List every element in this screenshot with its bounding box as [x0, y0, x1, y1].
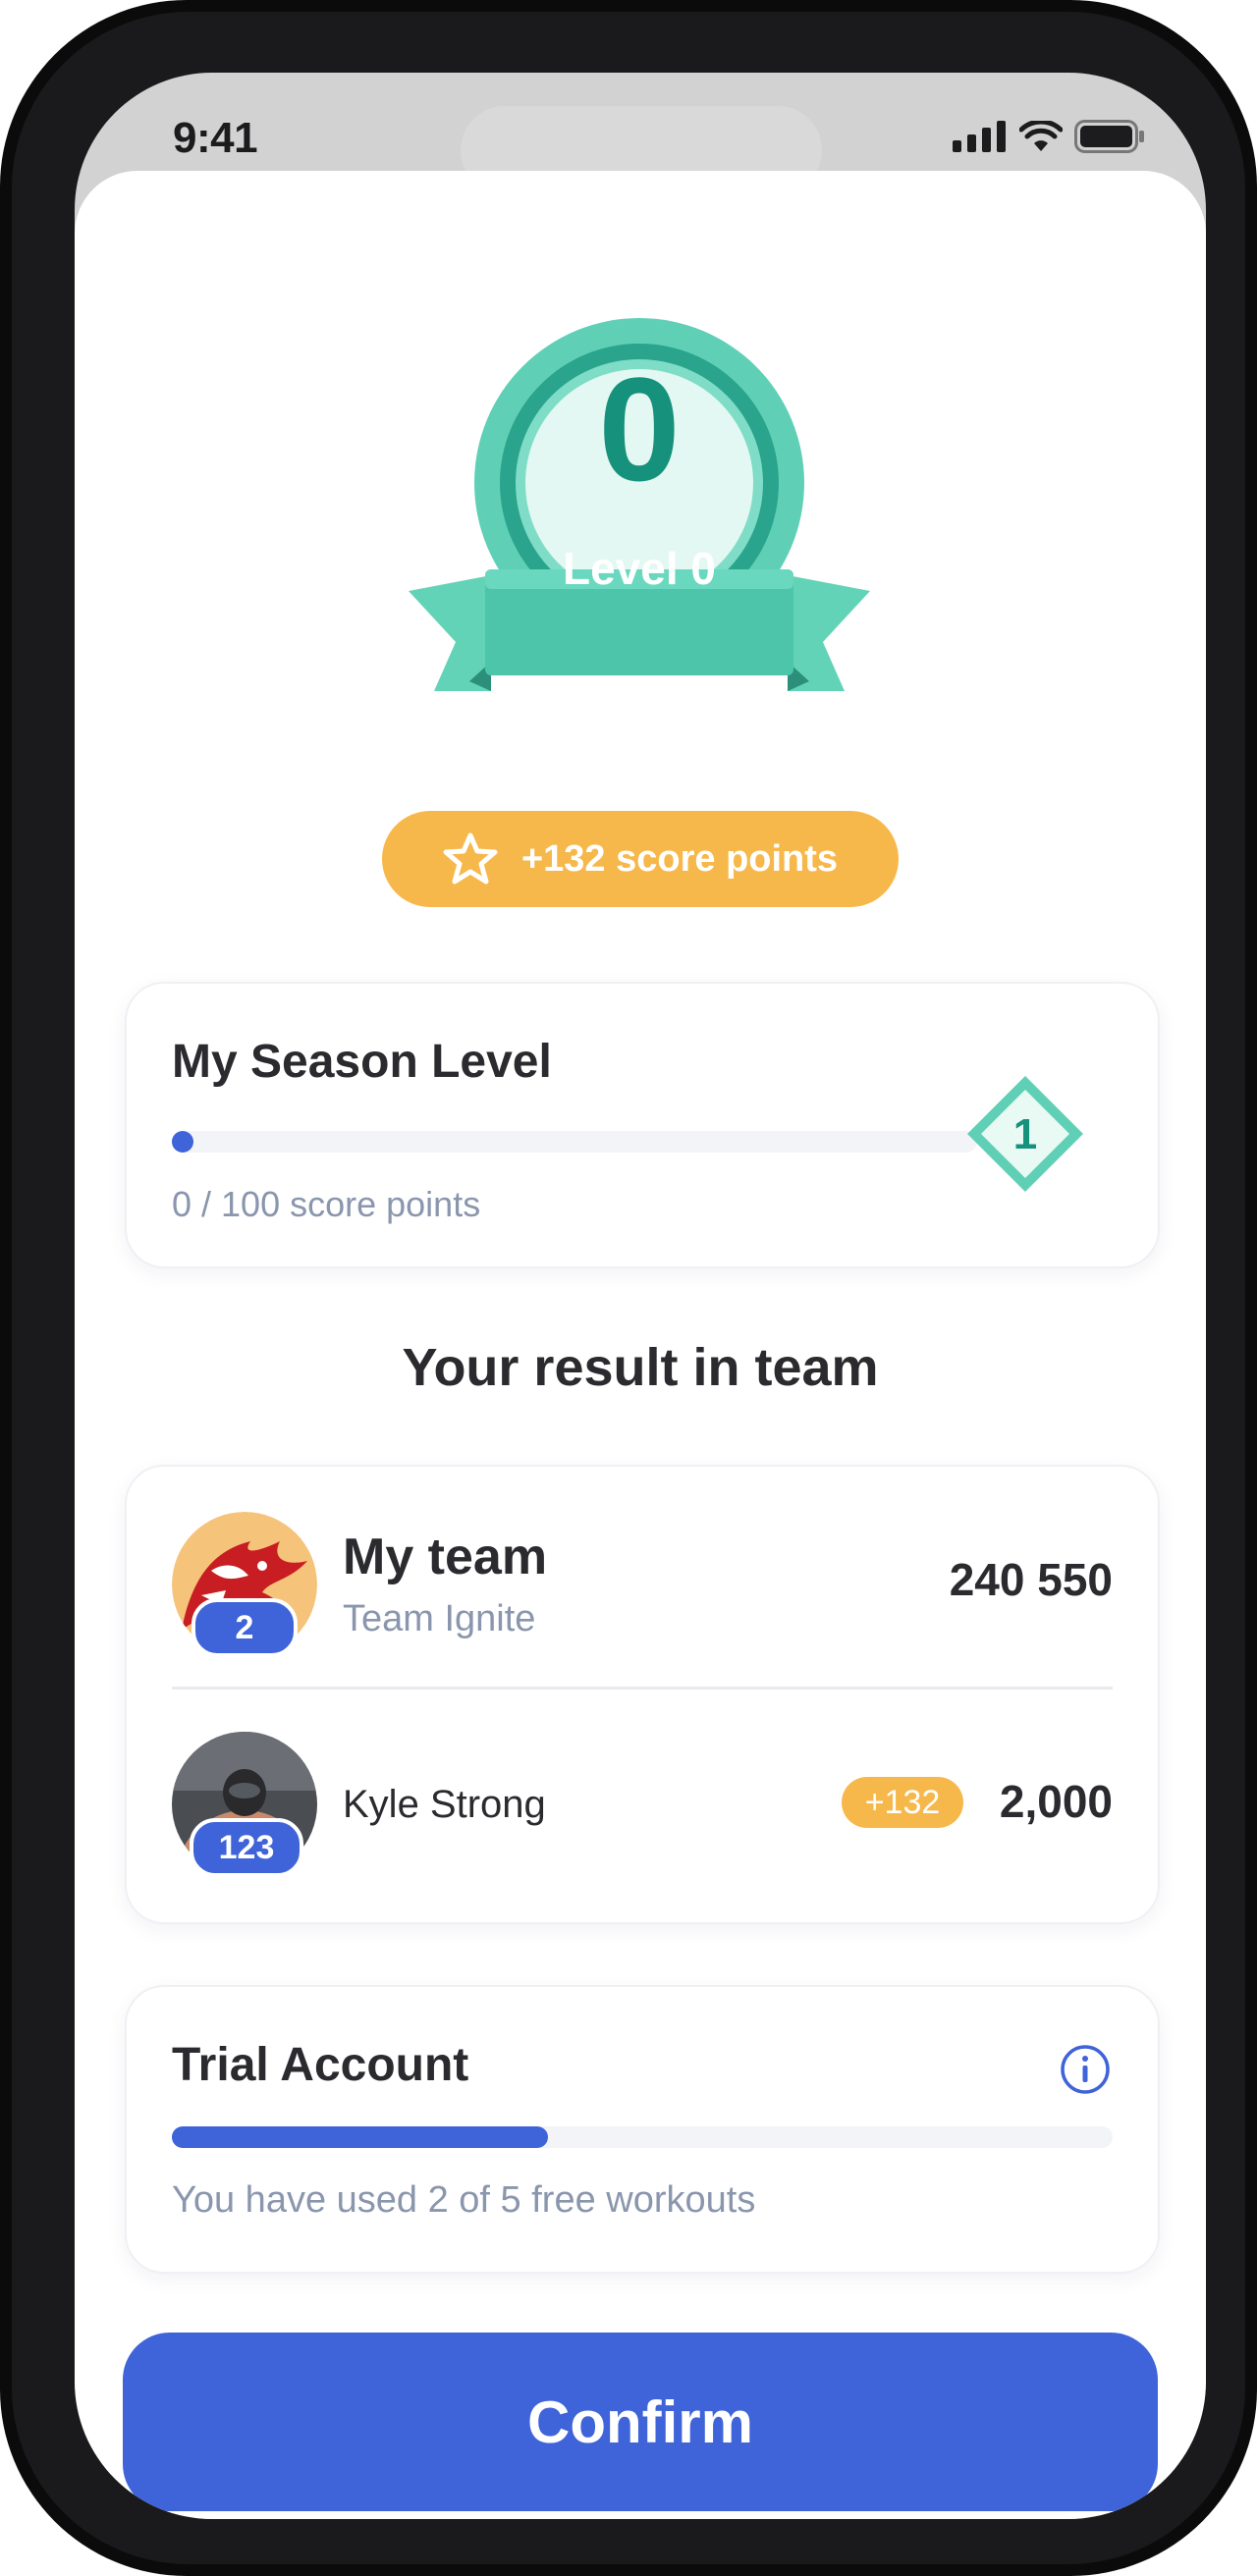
- info-icon[interactable]: [1060, 2044, 1111, 2095]
- level-badge: 0 Level 0: [409, 318, 870, 711]
- level-number: 0: [598, 347, 681, 511]
- season-progress-marker: [172, 1131, 193, 1153]
- score-points-label: +132 score points: [520, 837, 839, 880]
- phone-frame: 9:41 0 Level 0 +132 score points My Seas…: [0, 0, 1257, 2576]
- team-name: My team: [343, 1529, 548, 1585]
- season-title: My Season Level: [172, 1036, 552, 1088]
- player-points-delta: +132: [842, 1777, 963, 1828]
- trial-progress-fill: [172, 2126, 549, 2148]
- next-level-number: 1: [1013, 1110, 1037, 1158]
- season-level-card: My Season Level 0 / 100 score points 1: [125, 982, 1160, 1268]
- status-time: 9:41: [173, 114, 258, 162]
- season-progress-bar: [172, 1131, 977, 1153]
- team-section-title: Your result in team: [402, 1338, 879, 1397]
- player-score: 2,000: [999, 1776, 1113, 1827]
- wifi-icon: [1019, 121, 1063, 151]
- signal-icon: [953, 121, 1006, 152]
- row-divider: [172, 1687, 1113, 1690]
- trial-progress-bar: [172, 2126, 1113, 2148]
- trial-usage-text: You have used 2 of 5 free workouts: [172, 2179, 756, 2221]
- status-bar: 9:41: [75, 73, 1206, 194]
- result-sheet: 0 Level 0 +132 score points My Season Le…: [75, 171, 1206, 2519]
- team-result-card: 2 My team Team Ignite 240 550 123 Kyle S…: [125, 1465, 1160, 1924]
- team-rank-badge: 2: [191, 1598, 298, 1657]
- team-score: 240 550: [949, 1554, 1113, 1605]
- trial-title: Trial Account: [172, 2039, 469, 2091]
- player-rank-badge: 123: [190, 1818, 303, 1877]
- status-icons: [953, 120, 1145, 153]
- player-name: Kyle Strong: [343, 1783, 546, 1826]
- phone-bezel: 9:41 0 Level 0 +132 score points My Seas…: [12, 12, 1245, 2564]
- score-points-pill: +132 score points: [382, 811, 899, 907]
- next-level-diamond-icon: 1: [967, 1076, 1083, 1192]
- trial-account-card: Trial Account You have used 2 of 5 free …: [125, 1985, 1160, 2274]
- level-label: Level 0: [563, 543, 716, 594]
- season-progress-text: 0 / 100 score points: [172, 1184, 481, 1224]
- screen: 9:41 0 Level 0 +132 score points My Seas…: [75, 73, 1206, 2519]
- battery-icon: [1074, 120, 1144, 153]
- star-icon: [443, 832, 498, 885]
- team-subtitle: Team Ignite: [343, 1598, 536, 1639]
- confirm-button[interactable]: Confirm: [123, 2333, 1158, 2511]
